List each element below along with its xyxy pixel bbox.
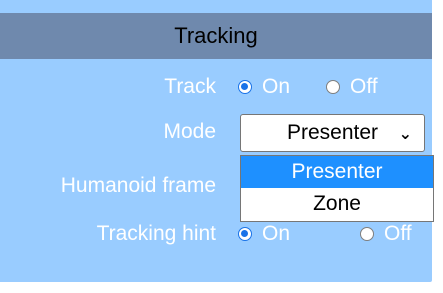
track-off-radio[interactable]: Off [326, 75, 378, 99]
section-title: Tracking [174, 23, 258, 48]
mode-select[interactable]: Presenter ⌄ [240, 114, 425, 152]
mode-label: Mode [163, 120, 216, 143]
mode-dropdown-list: Presenter Zone [240, 155, 434, 222]
track-off-label: Off [350, 75, 378, 98]
tracking-hint-radio-group: On Off [238, 222, 412, 246]
hint-on-radio[interactable]: On [238, 222, 290, 246]
chevron-down-icon: ⌄ [398, 126, 412, 143]
tracking-panel: Tracking Track On Off Mode Presenter ⌄ P… [0, 0, 434, 282]
section-header: Tracking [0, 13, 432, 59]
humanoid-frame-label: Humanoid frame [60, 174, 216, 197]
track-radio-group: On Off [238, 75, 378, 99]
hint-on-label: On [262, 222, 291, 245]
hint-off-label: Off [384, 222, 412, 245]
hint-off-radio[interactable]: Off [360, 222, 412, 246]
track-label: Track [164, 75, 216, 98]
track-on-radio[interactable]: On [238, 75, 290, 99]
radio-unselected-icon [326, 80, 341, 94]
radio-unselected-icon [360, 227, 375, 241]
mode-selected-value: Presenter [286, 121, 379, 144]
mode-option-presenter[interactable]: Presenter [241, 156, 433, 188]
tracking-hint-label: Tracking hint [96, 222, 216, 245]
radio-selected-icon [238, 227, 252, 241]
radio-selected-icon [238, 80, 252, 94]
mode-option-zone[interactable]: Zone [241, 188, 433, 220]
track-on-label: On [262, 75, 291, 98]
